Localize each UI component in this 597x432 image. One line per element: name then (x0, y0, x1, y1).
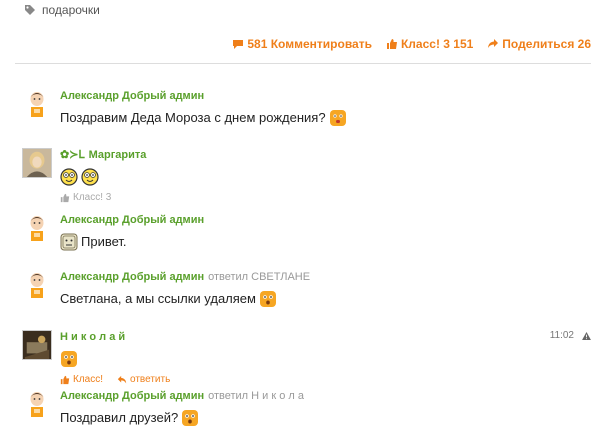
thumbs-up-icon (60, 375, 70, 384)
avatar-photo[interactable] (22, 330, 52, 360)
wave-smiley-icon (60, 233, 78, 251)
comment-author[interactable]: Александр Добрый админ (60, 270, 204, 284)
comment-meta: 11:02 (550, 330, 591, 341)
thumbs-up-icon (386, 39, 397, 49)
like-button[interactable]: Класс! 3 151 (386, 37, 473, 51)
tag-icon (25, 5, 35, 15)
comment-author[interactable]: Маргарита (89, 148, 147, 162)
avatar-boy-icon[interactable] (22, 89, 52, 119)
reply-to-label[interactable]: ответил Н и к о л а (208, 389, 304, 403)
comment-author[interactable]: Н и к о л а й (60, 330, 125, 344)
comment-like-label: Класс! 3 (73, 192, 112, 203)
surprised-smiley-icon (259, 291, 276, 307)
comment-text: Привет. (81, 234, 127, 249)
tag-label[interactable]: подарочки (42, 3, 100, 17)
comment-author[interactable]: Александр Добрый админ (60, 213, 204, 227)
comment-text: Поздравим Деда Мороза с днем рождения? (60, 110, 326, 125)
reply-arrow-icon (117, 375, 127, 383)
avatar-boy-icon[interactable] (22, 389, 52, 419)
like-count-label: Класс! 3 151 (400, 37, 474, 51)
reply-label: ответить (130, 374, 171, 385)
warning-icon[interactable] (582, 331, 591, 340)
post-stats: 581 Комментировать Класс! 3 151 Поделить… (232, 37, 591, 51)
tag-row: подарочки (24, 3, 100, 17)
like-comment-label: Класс! (73, 374, 103, 385)
surprised-smiley-icon (182, 410, 199, 426)
comment-time: 11:02 (549, 330, 574, 341)
share-button[interactable]: Поделиться 26 (487, 37, 591, 51)
avatar-boy-icon[interactable] (22, 270, 52, 300)
avatar-boy-icon[interactable] (22, 213, 52, 243)
comment-button[interactable]: 581 Комментировать (232, 37, 372, 51)
comment-text: Поздравил друзей? (60, 410, 179, 425)
comment-author[interactable]: Александр Добрый админ (60, 389, 204, 403)
comment-author[interactable]: Александр Добрый админ (60, 89, 204, 103)
author-prefix: ✿≻ᒪ (60, 149, 85, 161)
yellow-smiley-icon (60, 168, 78, 186)
speech-bubble-icon (233, 40, 244, 49)
yellow-smiley-icon (81, 168, 99, 186)
comment-like-count[interactable]: Класс! 3 (60, 192, 111, 203)
divider (15, 63, 591, 64)
like-comment-button[interactable]: Класс! (60, 374, 103, 385)
thumbs-up-icon (60, 193, 70, 202)
reply-to-label[interactable]: ответил СВЕТЛАНЕ (208, 270, 310, 284)
comment-text: Светлана, а мы ссылки удаляем (60, 291, 256, 306)
kiss-smiley-icon (329, 110, 346, 126)
reply-button[interactable]: ответить (117, 374, 170, 385)
comment-count-label: 581 Комментировать (247, 37, 372, 51)
share-arrow-icon (488, 39, 499, 48)
share-count-label: Поделиться 26 (502, 37, 591, 51)
avatar-photo[interactable] (22, 148, 52, 178)
surprised-smiley-icon (61, 351, 77, 367)
